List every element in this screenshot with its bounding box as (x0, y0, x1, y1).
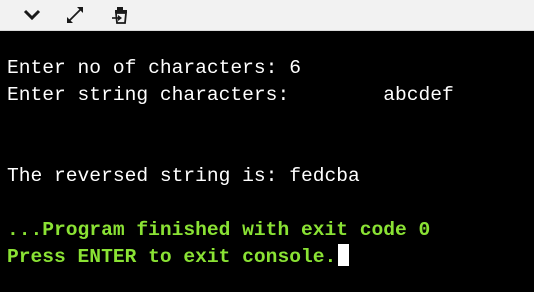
prompt-count-value: 6 (289, 57, 301, 79)
prompt-count-label: Enter no of characters: (7, 57, 290, 79)
console-output[interactable]: Enter no of characters: 6 Enter string c… (0, 31, 534, 292)
prompt-string-label: Enter string characters: (7, 84, 384, 106)
clear-console-button[interactable] (110, 3, 134, 27)
prompt-string-value: abcdef (383, 84, 454, 106)
exit-code-message: ...Program finished with exit code 0 (7, 219, 431, 241)
console-toolbar (0, 0, 534, 31)
prompt-string-line: Enter string characters: abcdef (7, 82, 454, 109)
prompt-count-line: Enter no of characters: 6 (7, 55, 301, 82)
result-value: fedcba (289, 165, 360, 187)
expand-arrows-icon (67, 7, 83, 23)
chevron-down-icon (23, 9, 41, 21)
result-label: The reversed string is: (7, 165, 290, 187)
clear-console-icon (112, 7, 127, 24)
result-line: The reversed string is: fedcba (7, 163, 360, 190)
text-cursor (338, 244, 350, 266)
expand-console-button[interactable] (63, 3, 87, 27)
enter-to-exit-message: Press ENTER to exit console. (7, 246, 337, 268)
enter-to-exit-line: Press ENTER to exit console. (7, 244, 350, 271)
collapse-console-button[interactable] (20, 3, 44, 27)
